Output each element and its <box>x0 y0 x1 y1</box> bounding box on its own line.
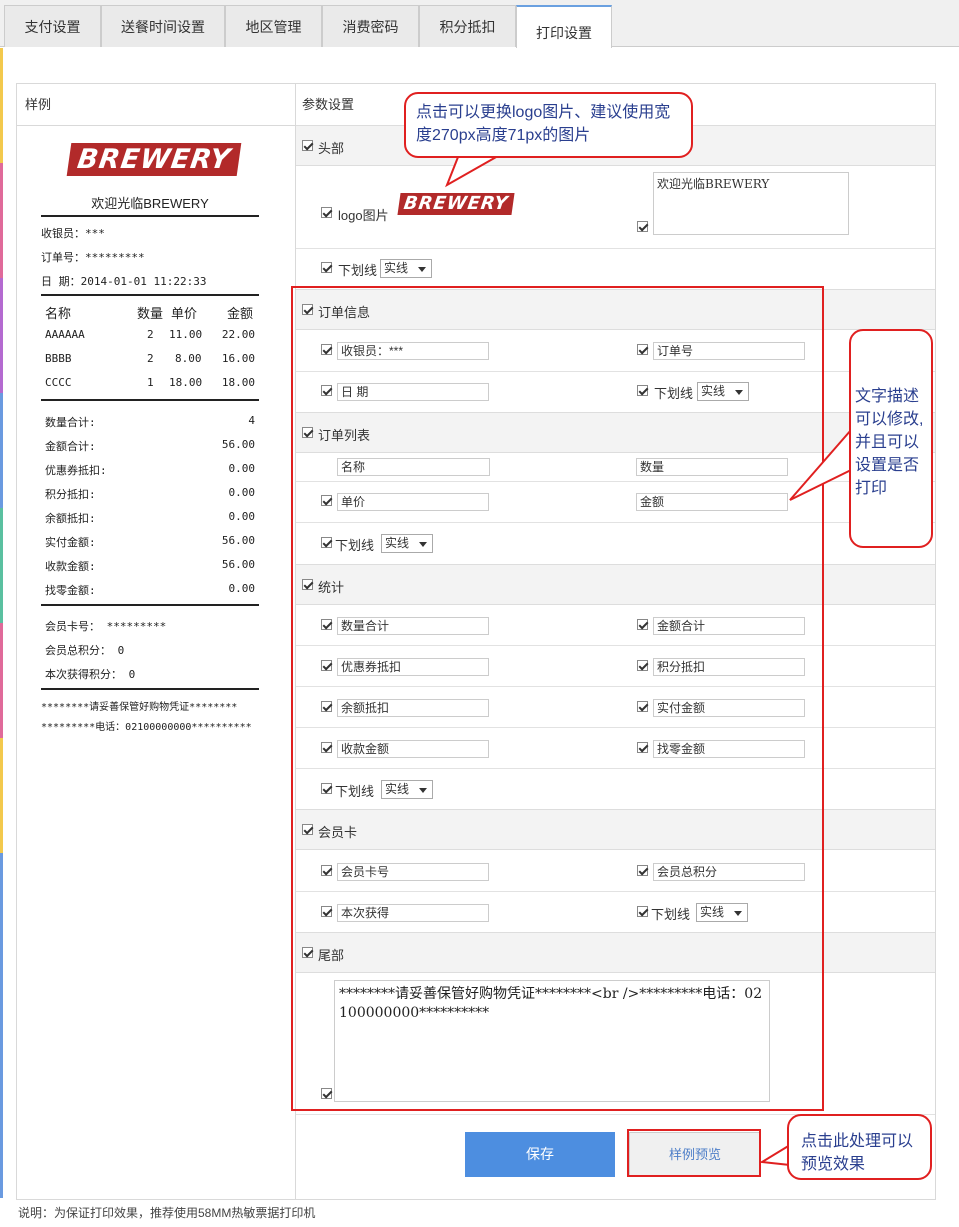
preview-callout: 点击此处理可以预览效果 <box>787 1114 932 1180</box>
stat-label: 金额合计: <box>45 440 96 453</box>
item-amount: 22.00 <box>221 328 255 341</box>
stat-label: 找零金额: <box>45 584 96 597</box>
receipt-col-amount: 金额 <box>227 306 254 321</box>
receipt-divider <box>41 399 259 401</box>
receipt-col-name: 名称 <box>45 306 72 321</box>
stat-label: 优惠券抵扣: <box>45 464 107 477</box>
receipt-columns: 名称 数量 单价 金额 <box>41 303 259 321</box>
tab-points-deduction[interactable]: 积分抵扣 <box>419 5 516 47</box>
tab-print-settings[interactable]: 打印设置 <box>516 5 612 48</box>
receipt-stat-row: 实付金额: 56.00 <box>41 534 259 549</box>
stat-label: 数量合计: <box>45 416 96 429</box>
header-underline-label: 下划线 <box>338 263 378 278</box>
tab-consume-password[interactable]: 消费密码 <box>322 5 419 47</box>
item-price: 11.00 <box>169 328 203 341</box>
item-qty: 2 <box>147 352 154 365</box>
row-divider <box>296 248 935 249</box>
item-qty: 2 <box>147 328 154 341</box>
header-checkbox[interactable] <box>302 140 313 151</box>
item-amount: 16.00 <box>221 352 255 365</box>
receipt-order-no: 订单号：********* <box>41 251 145 264</box>
receipt-col-qty: 数量 <box>137 306 164 321</box>
receipt-stat-row: 数量合计: 4 <box>41 414 259 429</box>
logo-upload-image[interactable]: BREWERY <box>397 193 515 215</box>
item-price: 8.00 <box>175 352 202 365</box>
stat-label: 积分抵扣: <box>45 488 96 501</box>
receipt-footer-line2: *********电话：02100000000********** <box>41 722 252 733</box>
receipt-card-no: 会员卡号： ********* <box>45 620 167 633</box>
tab-bar: 支付设置 送餐时间设置 地区管理 消费密码 积分抵扣 打印设置 <box>0 0 959 48</box>
receipt-stat-row: 积分抵扣: 0.00 <box>41 486 259 501</box>
stat-value: 56.00 <box>221 534 255 547</box>
stat-value: 0.00 <box>228 486 256 499</box>
save-button[interactable]: 保存 <box>465 1132 615 1177</box>
receipt-welcome: 欢迎光临BREWERY <box>91 196 209 211</box>
logo-callout: 点击可以更换logo图片、建议使用宽度270px高度71px的图片 <box>404 92 693 158</box>
item-name: AAAAAA <box>45 328 85 341</box>
sample-header: 样例 <box>17 84 295 126</box>
receipt-item-row: BBBB 2 8.00 16.00 <box>41 352 259 366</box>
stat-value: 4 <box>248 414 255 427</box>
receipt-item-row: AAAAAA 2 11.00 22.00 <box>41 328 259 342</box>
printer-note: 说明：为保证打印效果，推荐使用58MM热敏票据打印机 <box>18 1206 316 1220</box>
welcome-checkbox[interactable] <box>637 221 648 232</box>
stat-label: 余额抵扣: <box>45 512 96 525</box>
stat-label: 实付金额: <box>45 536 96 549</box>
receipt-stat-row: 优惠券抵扣: 0.00 <box>41 462 259 477</box>
item-name: CCCC <box>45 376 72 389</box>
receipt-item-row: CCCC 1 18.00 18.00 <box>41 376 259 390</box>
receipt-stat-row: 收款金额: 56.00 <box>41 558 259 573</box>
stat-value: 0.00 <box>228 510 256 523</box>
receipt-cashier: 收银员：*** <box>41 227 105 240</box>
receipt-divider <box>41 294 259 296</box>
receipt-stat-row: 找零金额: 0.00 <box>41 582 259 597</box>
receipt-divider <box>41 688 259 690</box>
receipt-stat-row: 金额合计: 56.00 <box>41 438 259 453</box>
preview-highlight-box <box>627 1129 761 1177</box>
header-underline-checkbox[interactable] <box>321 262 332 273</box>
left-color-strip <box>0 48 3 1198</box>
item-price: 18.00 <box>169 376 203 389</box>
receipt-earned-points: 本次获得积分： 0 <box>45 668 136 681</box>
receipt-total-points: 会员总积分： 0 <box>45 644 125 657</box>
logo-label: logo图片 <box>338 208 389 223</box>
stat-value: 56.00 <box>221 438 255 451</box>
receipt-date: 日 期：2014-01-01 11:22:33 <box>41 275 207 288</box>
receipt-stat-row: 余额抵扣: 0.00 <box>41 510 259 525</box>
receipt-logo-image: BREWERY <box>66 143 242 176</box>
logo-checkbox[interactable] <box>321 207 332 218</box>
tab-delivery-time[interactable]: 送餐时间设置 <box>101 5 225 47</box>
item-amount: 18.00 <box>221 376 255 389</box>
text-callout: 文字描述可以修改,并且可以设置是否打印 <box>849 329 933 548</box>
tab-payment-settings[interactable]: 支付设置 <box>4 5 101 47</box>
stat-value: 56.00 <box>221 558 255 571</box>
sample-column: 样例 BREWERY 欢迎光临BREWERY 收银员：*** 订单号：*****… <box>17 84 296 1199</box>
header-underline-select[interactable]: 实线 <box>380 259 432 278</box>
highlight-box <box>291 286 824 1111</box>
item-qty: 1 <box>147 376 154 389</box>
receipt-footer-line1: ********请妥善保管好购物凭证******** <box>41 702 238 713</box>
receipt-col-price: 单价 <box>171 306 198 321</box>
stat-value: 0.00 <box>228 462 256 475</box>
receipt-divider <box>41 215 259 217</box>
item-name: BBBB <box>45 352 72 365</box>
stat-value: 0.00 <box>228 582 256 595</box>
header-section-label: 头部 <box>318 141 345 156</box>
receipt-divider <box>41 604 259 606</box>
tab-region-management[interactable]: 地区管理 <box>225 5 322 47</box>
stat-label: 收款金额: <box>45 560 96 573</box>
welcome-textarea[interactable]: 欢迎光临BREWERY <box>653 172 849 235</box>
